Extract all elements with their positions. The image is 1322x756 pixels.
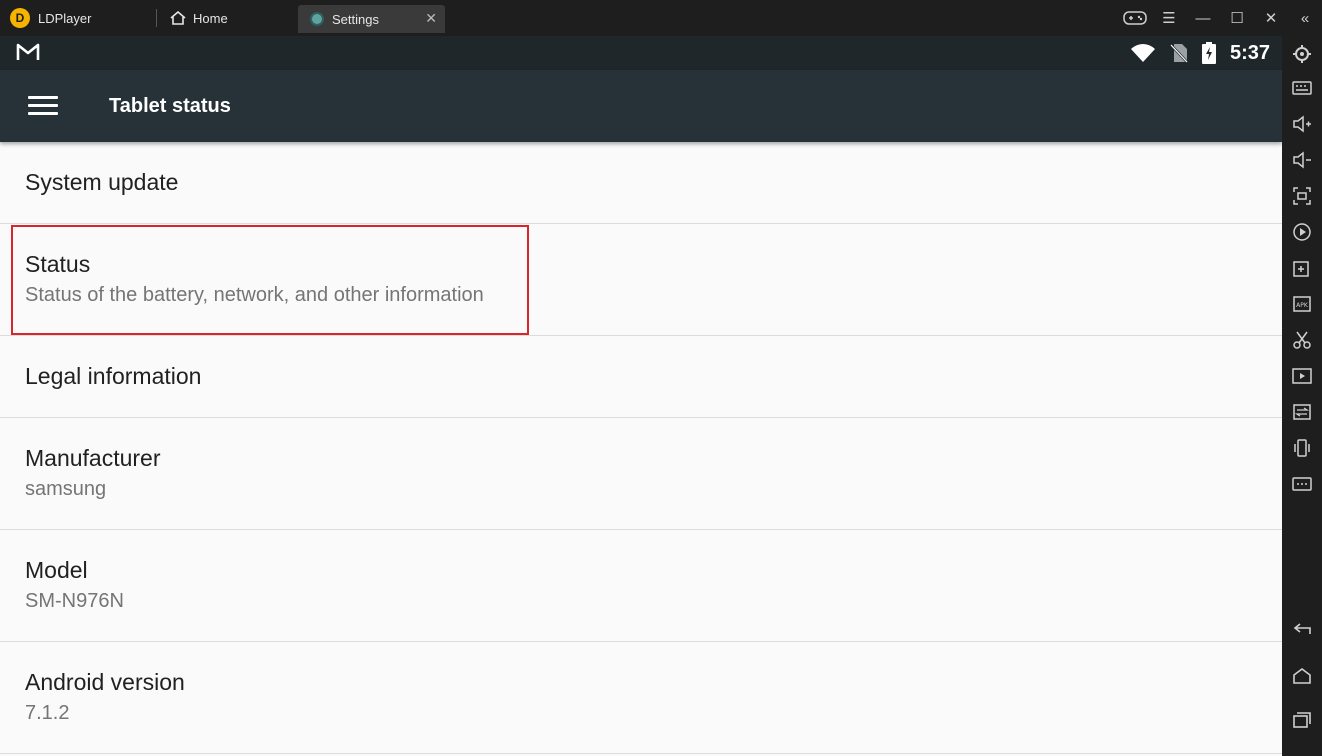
fullscreen-icon[interactable]	[1290, 184, 1314, 208]
item-title: Model	[25, 557, 88, 583]
volume-down-icon[interactable]	[1290, 148, 1314, 172]
hamburger-menu-icon[interactable]	[28, 96, 58, 116]
volume-up-icon[interactable]	[1290, 112, 1314, 136]
collapse-sidebar-icon[interactable]: «	[1288, 0, 1322, 36]
list-item-android-version[interactable]: Android version 7.1.2	[0, 642, 1282, 754]
tab-home[interactable]: Home	[164, 6, 234, 30]
video-record-icon[interactable]	[1290, 364, 1314, 388]
list-item-status[interactable]: Status Status of the battery, network, a…	[0, 224, 1282, 336]
battery-charging-icon	[1201, 42, 1216, 64]
app-bar: Tablet status	[0, 70, 1282, 142]
highlight-box	[11, 225, 529, 335]
android-status-bar: 5:37	[0, 36, 1282, 70]
page-title: Tablet status	[109, 95, 231, 117]
item-title: Manufacturer	[25, 445, 161, 471]
menu-lines-icon[interactable]: ☰	[1152, 0, 1186, 36]
list-item-system-update[interactable]: System update	[0, 142, 1282, 224]
shake-icon[interactable]	[1290, 436, 1314, 460]
keyboard-icon[interactable]	[1290, 76, 1314, 100]
list-item-legal-information[interactable]: Legal information	[0, 336, 1282, 418]
no-sim-icon	[1170, 44, 1188, 63]
status-icons: 5:37	[1130, 36, 1270, 70]
settings-icon[interactable]	[1290, 42, 1314, 66]
svg-text:APK: APK	[1296, 302, 1309, 309]
item-subtitle: samsung	[25, 478, 107, 500]
list-item-model[interactable]: Model SM-N976N	[0, 530, 1282, 642]
back-icon[interactable]	[1290, 618, 1314, 642]
ldplayer-logo-icon: D	[10, 8, 30, 28]
home-icon[interactable]	[1290, 664, 1314, 688]
status-clock: 5:37	[1229, 41, 1270, 64]
sync-icon[interactable]	[1290, 400, 1314, 424]
tab-separator	[156, 9, 157, 27]
settings-list: System update Status Status of the batte…	[0, 142, 1282, 754]
settings-gear-icon	[310, 12, 324, 26]
tab-home-label: Home	[193, 10, 228, 26]
wifi-icon	[1130, 44, 1155, 62]
close-window-icon[interactable]: ✕	[1254, 0, 1288, 36]
tab-settings[interactable]: Settings ✕	[298, 5, 445, 33]
minimize-icon[interactable]: —	[1186, 0, 1220, 36]
item-title: System update	[25, 169, 179, 195]
maximize-icon[interactable]: ☐	[1220, 0, 1254, 36]
recents-icon[interactable]	[1290, 708, 1314, 732]
more-icon[interactable]	[1290, 472, 1314, 496]
item-subtitle: SM-N976N	[25, 590, 124, 612]
item-title: Android version	[25, 669, 185, 695]
app-brand: D LDPlayer	[10, 0, 91, 36]
operation-record-icon[interactable]	[1290, 220, 1314, 244]
app-name: LDPlayer	[38, 10, 92, 26]
emulator-toolbar: APK	[1282, 36, 1322, 756]
scissors-icon[interactable]	[1290, 328, 1314, 352]
close-tab-icon[interactable]: ✕	[425, 10, 437, 27]
item-subtitle: 7.1.2	[25, 702, 70, 724]
apk-icon[interactable]: APK	[1290, 292, 1314, 316]
list-item-manufacturer[interactable]: Manufacturer samsung	[0, 418, 1282, 530]
window-controls: ☰ — ☐ ✕ «	[1118, 0, 1322, 36]
emulator-titlebar: D LDPlayer Home Settings ✕ ☰ — ☐ ✕ «	[0, 0, 1322, 36]
android-screen: 5:37 Tablet status System update Status …	[0, 36, 1282, 756]
item-title: Legal information	[25, 363, 202, 389]
home-icon	[170, 11, 186, 25]
gamepad-icon[interactable]	[1118, 0, 1152, 36]
add-app-icon[interactable]	[1290, 256, 1314, 280]
tab-settings-label: Settings	[332, 11, 379, 27]
gmail-notification-icon	[16, 43, 40, 60]
